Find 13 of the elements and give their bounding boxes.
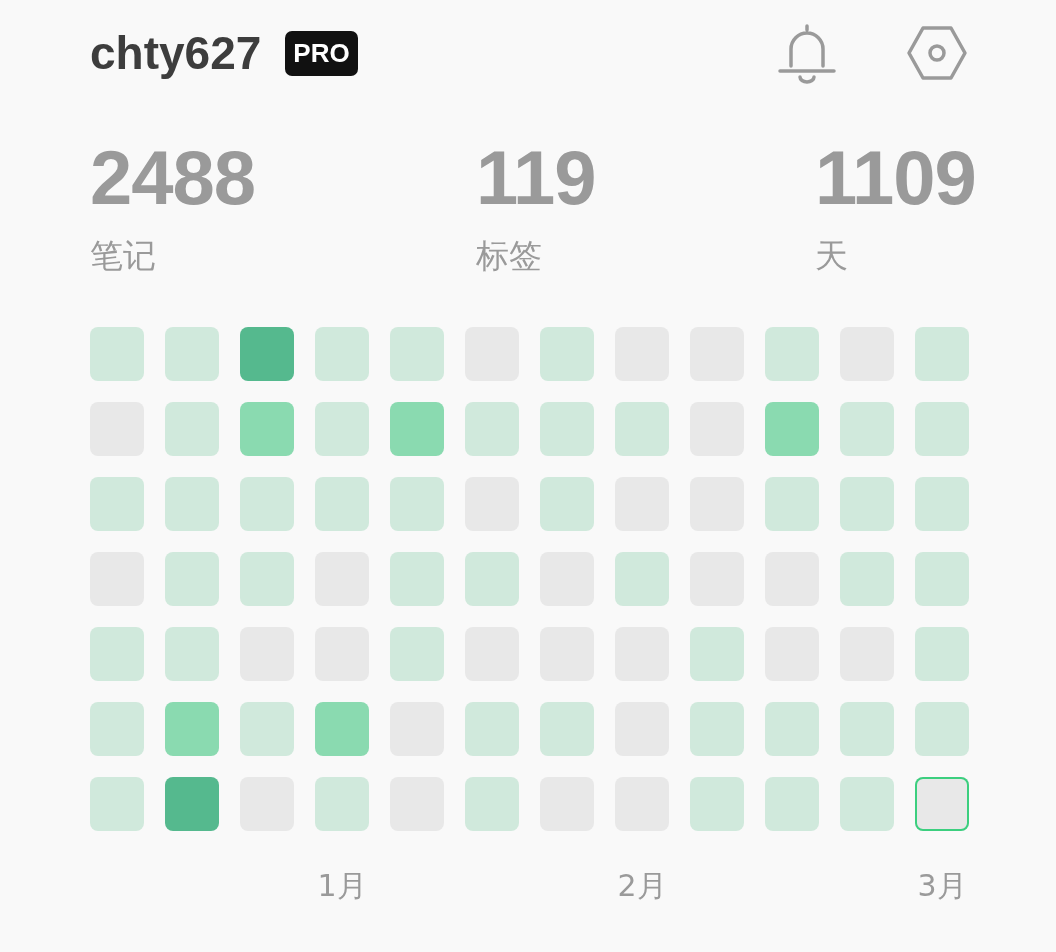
settings-icon[interactable] bbox=[906, 25, 968, 81]
notification-bell-icon[interactable] bbox=[776, 22, 838, 84]
stat-label: 天 bbox=[815, 235, 848, 277]
stat-value: 1109 bbox=[815, 136, 976, 220]
month-label: 3月 bbox=[917, 868, 967, 903]
pro-badge: PRO bbox=[285, 30, 358, 76]
stat-label: 标签 bbox=[476, 235, 542, 277]
stat-label: 笔记 bbox=[90, 235, 156, 277]
month-label: 2月 bbox=[617, 868, 667, 903]
stat-value: 2488 bbox=[90, 136, 256, 220]
username: chty627 bbox=[90, 26, 262, 80]
month-label: 1月 bbox=[317, 868, 367, 903]
stat-value: 119 bbox=[476, 136, 596, 220]
